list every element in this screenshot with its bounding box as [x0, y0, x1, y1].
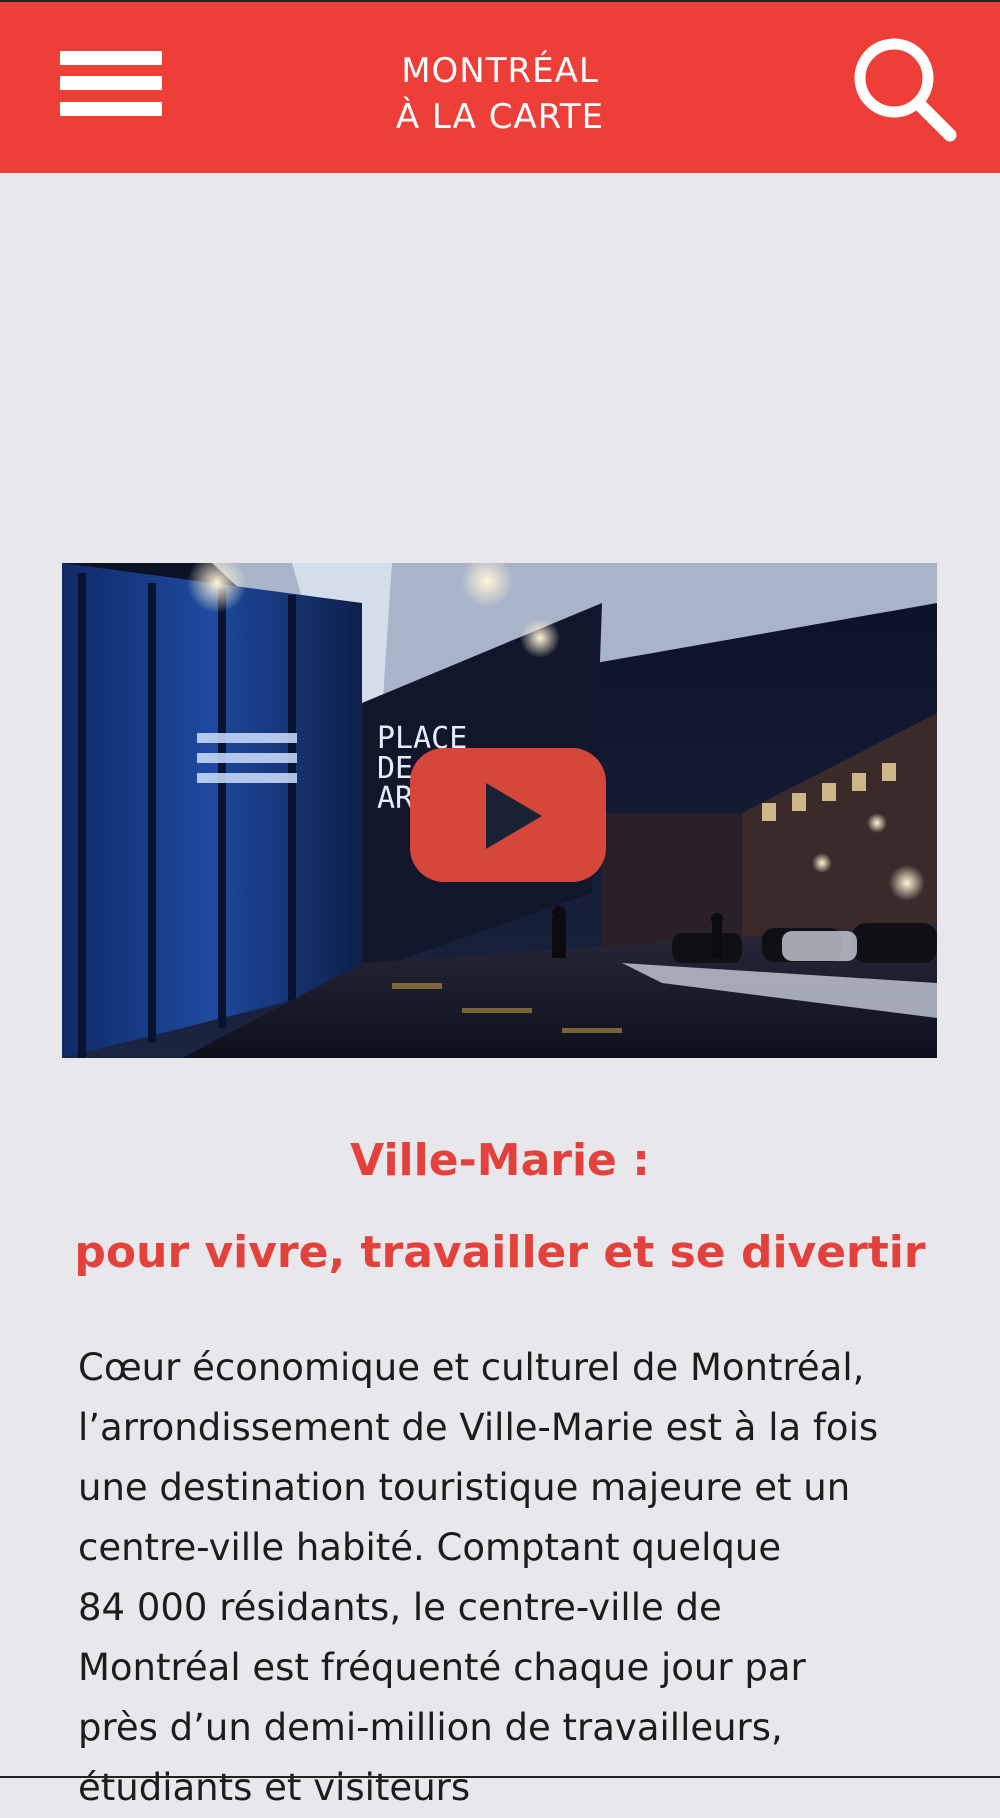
hamburger-menu-icon-bar — [60, 76, 162, 90]
body-line: étudiants et visiteurs — [78, 1766, 471, 1809]
sign-text-3: AR — [377, 781, 414, 816]
body-line: l’arrondissement de Ville-Marie est à la… — [78, 1406, 879, 1449]
heading-line-1: Ville-Marie : — [350, 1135, 650, 1186]
search-button[interactable] — [846, 32, 962, 148]
logo-line-1: MONTRÉAL — [401, 51, 599, 91]
body-line: Montréal est fréquenté chaque jour par — [78, 1646, 806, 1689]
play-icon — [486, 783, 542, 849]
body-line: Cœur économique et culturel de Montréal, — [78, 1346, 865, 1389]
video-player[interactable]: PLACE DE AR — [62, 563, 937, 1058]
hamburger-menu-icon — [60, 51, 162, 65]
logo-line-2: À LA CARTE — [395, 97, 605, 137]
body-line: près d’un demi-million de travailleurs, — [78, 1706, 783, 1749]
search-icon — [854, 38, 957, 142]
heading-line-2: pour vivre, travailler et se divertir — [74, 1227, 926, 1278]
article-body: Cœur économique et culturel de Montréal,… — [78, 1338, 938, 1818]
app-logo[interactable]: MONTRÉAL À LA CARTE — [320, 48, 680, 140]
body-line: 84 000 résidants, le centre-ville de — [78, 1586, 722, 1629]
play-button[interactable] — [410, 748, 606, 882]
top-app-bar: MONTRÉAL À LA CARTE — [0, 0, 1000, 173]
body-line: centre-ville habité. Comptant quelque — [78, 1526, 782, 1569]
body-line: une destination touristique majeure et u… — [78, 1466, 851, 1509]
hamburger-menu-icon-bar — [60, 102, 162, 116]
menu-button[interactable] — [58, 48, 164, 128]
